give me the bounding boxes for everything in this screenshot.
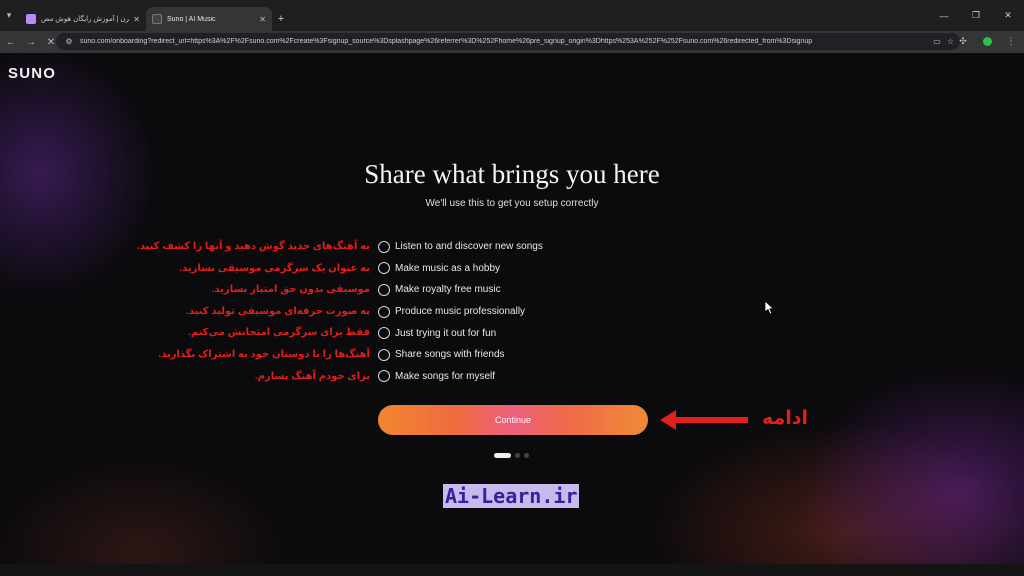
suno-onboarding-page: SUNO Share what brings you here We'll us…	[0, 53, 1024, 576]
pagination-dot	[524, 453, 529, 458]
back-icon[interactable]: ←	[2, 33, 20, 51]
annotation-listen: به آهنگ‌های جدید گوش دهید و آنها را کشف …	[136, 241, 370, 252]
reason-options: Listen to and discover new songs Make mu…	[378, 236, 543, 387]
option-myself[interactable]: Make songs for myself	[378, 366, 543, 388]
option-royalty-free[interactable]: Make royalty free music	[378, 279, 543, 301]
radio-button[interactable]	[378, 327, 390, 340]
profile-icon[interactable]	[980, 33, 994, 50]
annotation-fun: فقط برای سرگرمی امتحانش می‌کنم.	[188, 327, 370, 339]
option-listen[interactable]: Listen to and discover new songs	[378, 236, 543, 258]
option-label: Share songs with friends	[395, 349, 505, 361]
url-text: suno.com/onboarding?redirect_url=https%3…	[80, 38, 813, 45]
annotation-share: آهنگ‌ها را با دوستان خود به اشتراک بگذار…	[158, 348, 370, 360]
browser-tab-bar: ▾ آن لرن | آموزش رایگان هوش مص... ✕ Suno…	[0, 0, 1024, 31]
annotation-myself: برای خودم آهنگ بسازم.	[254, 370, 370, 382]
tab-label: آن لرن | آموزش رایگان هوش مص...	[41, 16, 130, 23]
extensions-puzzle-icon[interactable]: ✣	[956, 33, 970, 50]
mouse-cursor-icon	[765, 301, 775, 315]
persian-annotations: به آهنگ‌های جدید گوش دهید و آنها را کشف …	[137, 236, 370, 387]
tab-suno[interactable]: Suno | AI Music ✕	[146, 7, 272, 31]
annotation-royalty-free: موسیقی بدون حق امتیاز بسازید.	[211, 284, 370, 296]
option-hobby[interactable]: Make music as a hobby	[378, 258, 543, 280]
site-info-icon[interactable]: ⚙	[64, 37, 74, 47]
page-subtitle: We'll use this to get you setup correctl…	[425, 198, 599, 209]
tab-label: Suno | AI Music	[167, 15, 216, 23]
browser-toolbar: ← → ✕ ⚙ suno.com/onboarding?redirect_url…	[0, 31, 1024, 53]
suno-logo[interactable]: SUNO	[8, 65, 56, 82]
option-label: Just trying it out for fun	[395, 327, 497, 339]
new-tab-icon[interactable]: +	[272, 7, 290, 31]
minimize-icon[interactable]: —	[928, 0, 960, 31]
radio-button[interactable]	[378, 283, 390, 296]
pagination-dots	[494, 453, 529, 458]
option-label: Make music as a hobby	[395, 262, 501, 274]
radio-button[interactable]	[378, 305, 390, 318]
arrow-left-icon	[660, 410, 748, 430]
option-fun[interactable]: Just trying it out for fun	[378, 322, 543, 344]
ai-learn-favicon-icon	[26, 14, 36, 24]
option-label: Listen to and discover new songs	[395, 241, 543, 253]
radio-button[interactable]	[378, 348, 390, 361]
option-label: Make songs for myself	[395, 370, 496, 382]
continue-annotation: ادامه	[762, 408, 809, 429]
suno-favicon-icon	[152, 14, 162, 24]
radio-button[interactable]	[378, 370, 390, 383]
watermark: Ai-Learn.ir	[443, 484, 580, 508]
cast-icon[interactable]: ▭	[933, 37, 941, 46]
radio-button[interactable]	[378, 240, 390, 253]
radio-button[interactable]	[378, 262, 390, 275]
option-share[interactable]: Share songs with friends	[378, 344, 543, 366]
bookmark-star-icon[interactable]: ☆	[947, 37, 954, 46]
browser-menu-icon[interactable]: ⋮	[1004, 33, 1018, 50]
forward-icon[interactable]: →	[22, 33, 40, 51]
option-label: Make royalty free music	[395, 284, 501, 296]
annotation-hobby: به عنوان یک سرگرمی موسیقی بسازید.	[179, 262, 370, 274]
option-label: Produce music professionally	[395, 306, 526, 318]
bottom-strip	[0, 564, 1024, 576]
option-professional[interactable]: Produce music professionally	[378, 301, 543, 323]
tab-ai-learn[interactable]: آن لرن | آموزش رایگان هوش مص... ✕	[20, 7, 146, 31]
close-icon[interactable]: ✕	[133, 15, 140, 24]
tab-search-icon[interactable]: ▾	[2, 7, 16, 23]
window-controls: — ❐ ✕	[928, 0, 1024, 31]
close-icon[interactable]: ✕	[259, 15, 266, 24]
continue-button[interactable]: Continue	[378, 405, 648, 435]
maximize-icon[interactable]: ❐	[960, 0, 992, 31]
pagination-dot-active	[494, 453, 511, 458]
extensions-area: ✣ ⋮	[956, 33, 1018, 50]
pagination-dot	[515, 453, 520, 458]
address-bar[interactable]: ⚙ suno.com/onboarding?redirect_url=https…	[56, 33, 960, 50]
page-title: Share what brings you here	[364, 159, 660, 189]
close-window-icon[interactable]: ✕	[992, 0, 1024, 31]
annotation-professional: به صورت حرفه‌ای موسیقی تولید کنید.	[186, 305, 370, 317]
